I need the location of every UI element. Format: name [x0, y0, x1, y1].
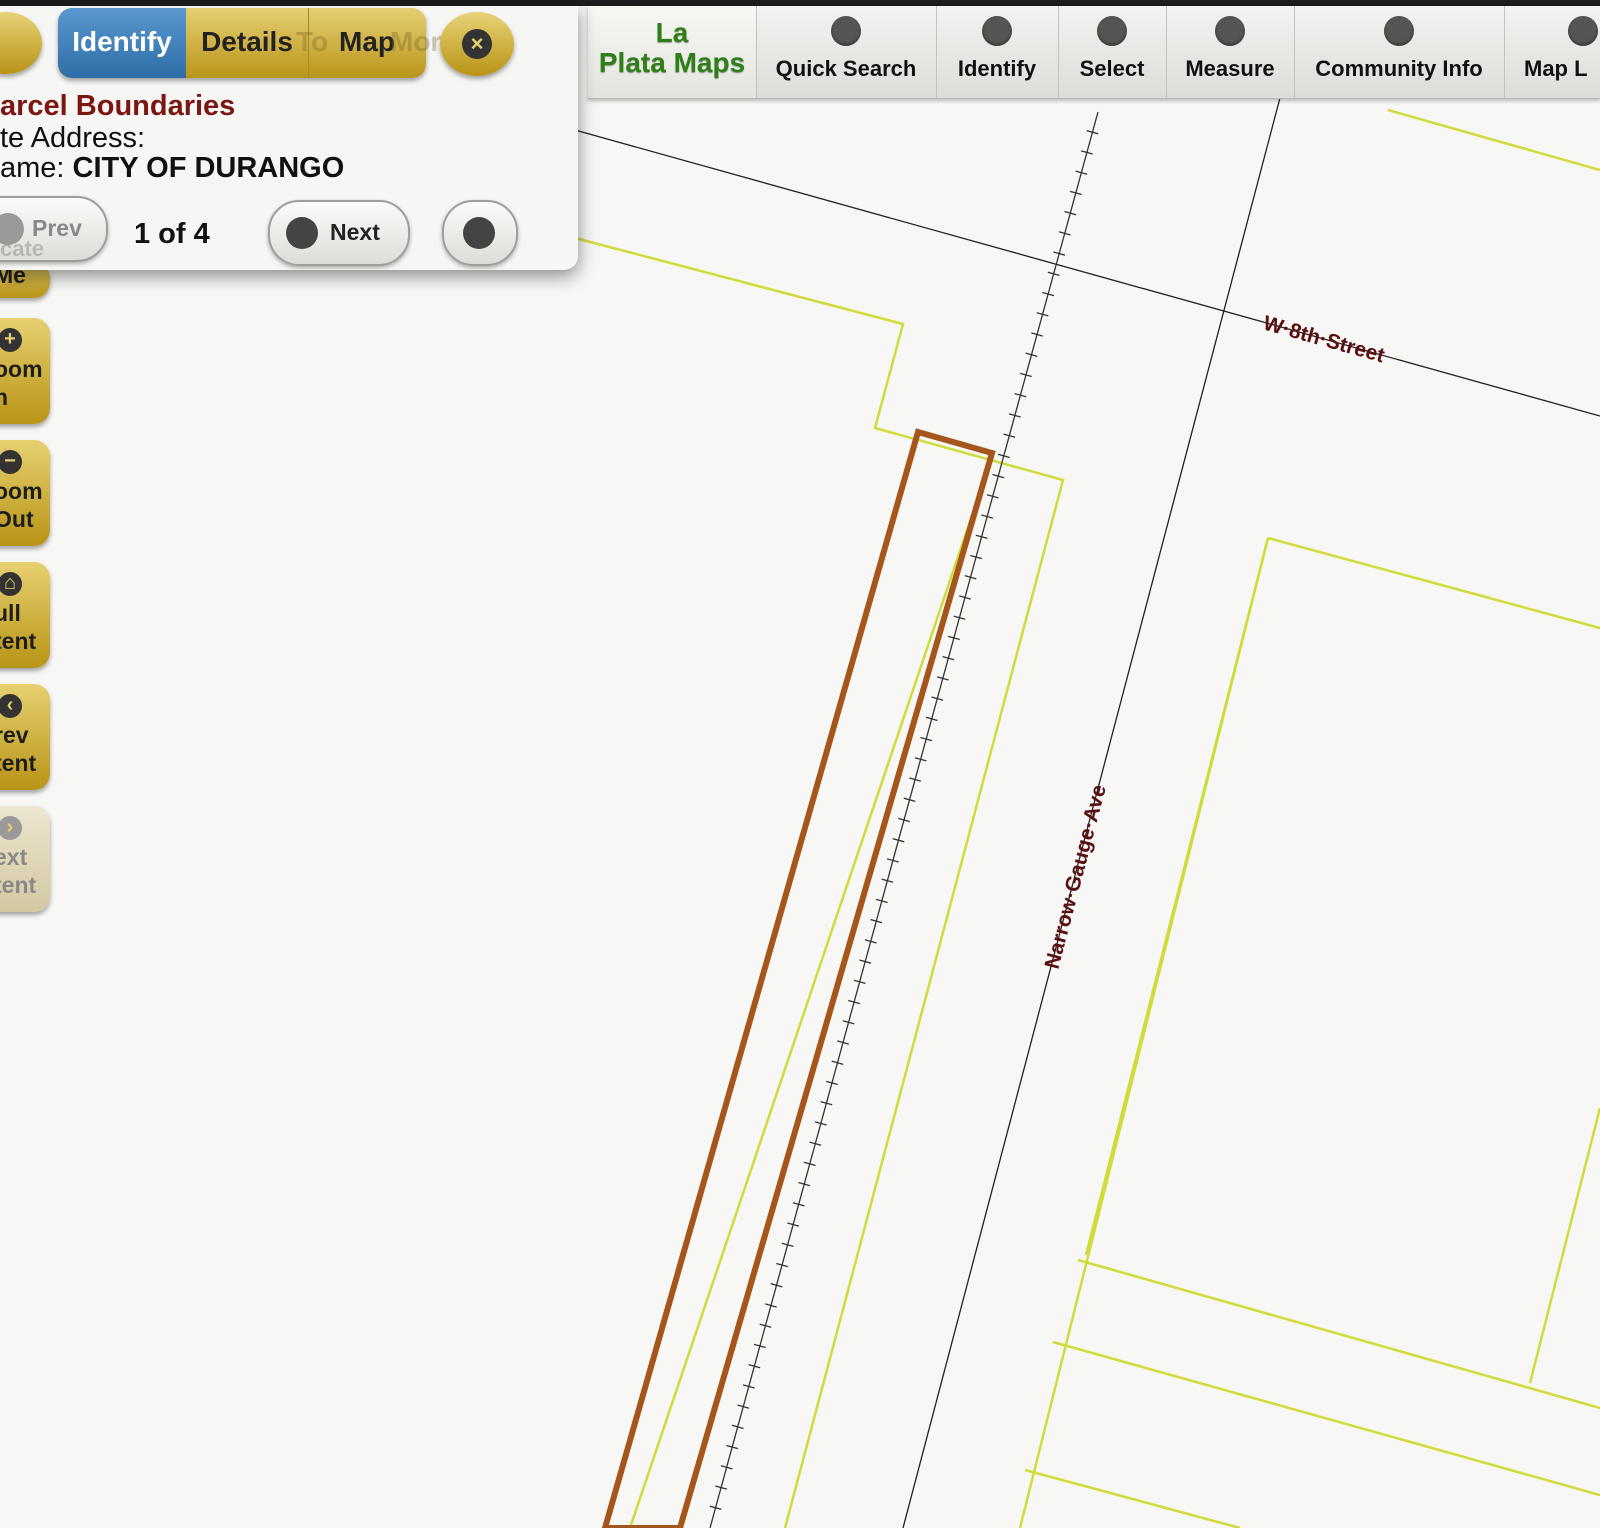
home-icon	[1097, 16, 1127, 46]
next-result-button[interactable]: Next	[268, 200, 410, 266]
popup-back-button[interactable]	[0, 12, 42, 74]
identify-label: Identify	[957, 56, 1037, 81]
zoom-out-label-2: Out	[0, 506, 34, 532]
quick-search-label: Quick Search	[775, 56, 917, 81]
measure-label: Measure	[1185, 56, 1275, 81]
quick-search-button[interactable]: Quick Search	[756, 6, 937, 98]
zoom-out-button[interactable]: − oom Out	[0, 440, 50, 546]
app-logo: La Plata Maps	[588, 6, 757, 98]
prev-extent-label-2: tent	[0, 750, 37, 776]
popup-tabs: Identify Details Map	[58, 8, 426, 78]
info-icon	[982, 16, 1012, 46]
street-lines	[574, 21, 1600, 1528]
home-icon: ⌂	[0, 572, 22, 596]
back-icon: ‹	[0, 694, 22, 718]
close-icon: ×	[462, 29, 492, 59]
zoom-in-label-2: n	[0, 384, 9, 410]
community-info-button[interactable]: Community Info	[1294, 6, 1505, 98]
layer-title: arcel Boundaries	[0, 90, 236, 122]
owner-name-label: ame:	[0, 152, 65, 184]
owner-name-value: CITY OF DURANGO	[72, 152, 345, 184]
forward-icon: ›	[0, 816, 22, 840]
selected-parcel-outline	[601, 428, 996, 1528]
main-toolbar: La Plata Maps Quick Search Identify Sele…	[588, 6, 1600, 99]
search-icon	[463, 217, 495, 249]
community-info-label: Community Info	[1315, 56, 1483, 81]
search-icon	[831, 16, 861, 46]
home-icon	[1215, 16, 1245, 46]
full-extent-button[interactable]: ⌂ ull tent	[0, 562, 50, 668]
star-icon	[1384, 16, 1414, 46]
street-label-narrow-gauge: Narrow·Gauge·Ave	[1041, 782, 1111, 971]
close-popup-button[interactable]: ×	[440, 12, 514, 76]
brand-line-1: La	[655, 17, 689, 48]
next-extent-label-1: ext	[0, 844, 28, 870]
owner-name-row: ame: CITY OF DURANGO	[0, 152, 344, 185]
plus-icon: +	[0, 328, 22, 352]
chevron-right-icon	[286, 217, 318, 249]
zoom-to-result-button[interactable]	[442, 200, 518, 266]
railroad-ticks	[709, 130, 1099, 1510]
brand-line-2: Plata Maps	[598, 47, 746, 78]
map-layers-label: Map L	[1524, 56, 1588, 81]
measure-button[interactable]: Measure	[1166, 6, 1295, 98]
zoom-out-label-1: oom	[0, 478, 43, 504]
next-extent-button[interactable]: › ext tent	[0, 806, 50, 912]
select-label: Select	[1079, 56, 1145, 81]
select-button[interactable]: Select	[1058, 6, 1167, 98]
tab-identify[interactable]: Identify	[58, 8, 186, 78]
next-extent-label-2: tent	[0, 872, 37, 898]
site-address-label: te Address:	[0, 122, 146, 154]
identify-button[interactable]: Identify	[936, 6, 1059, 98]
prev-extent-button[interactable]: ‹ rev tent	[0, 684, 50, 790]
result-counter: 1 of 4	[134, 218, 210, 250]
tab-details[interactable]: Details	[186, 8, 309, 78]
list-icon	[1568, 16, 1598, 46]
prev-extent-label-1: rev	[0, 722, 29, 748]
street-label-w8th: W·8th·Street	[1261, 312, 1387, 368]
ghost-text-to: To	[296, 26, 329, 57]
next-label: Next	[330, 219, 380, 245]
map-layers-button[interactable]: Map L	[1504, 6, 1600, 98]
zoom-in-label-1: oom	[0, 356, 43, 382]
identify-popup: Identify Details Map To More × arcel Bou…	[0, 6, 578, 270]
full-extent-label-2: tent	[0, 628, 37, 654]
zoom-in-button[interactable]: + oom n	[0, 318, 50, 424]
ghost-locate-text: cate	[0, 236, 45, 261]
full-extent-label-1: ull	[0, 600, 21, 626]
minus-icon: −	[0, 450, 22, 474]
